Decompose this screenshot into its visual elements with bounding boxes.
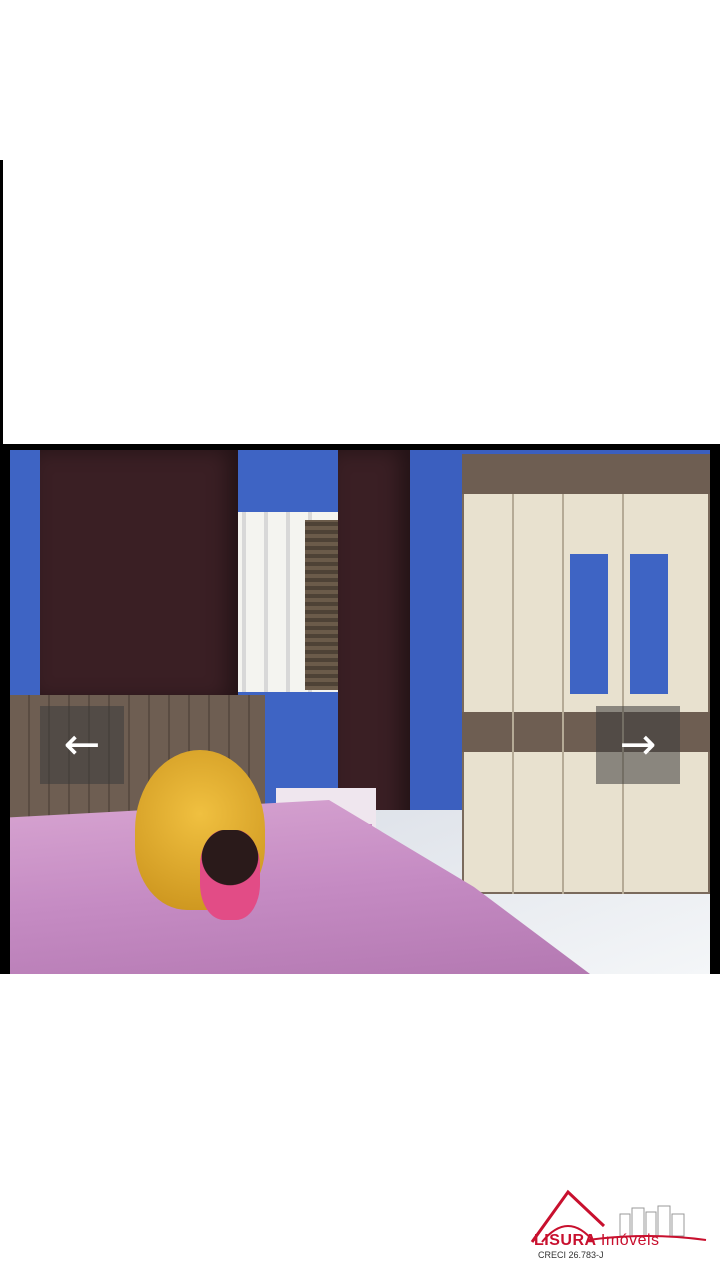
- photo-viewer[interactable]: ← →: [0, 444, 720, 974]
- photo-curtain-right: [338, 450, 410, 840]
- next-photo-button[interactable]: →: [596, 706, 680, 784]
- lisura-imoveis-logo: LISURA Imóveis CRECI 26.783-J: [528, 1186, 708, 1266]
- photo-plush-doll: [200, 830, 260, 920]
- photo-wardrobe: [462, 454, 710, 894]
- arrow-right-icon: →: [619, 719, 657, 770]
- previous-photo-button[interactable]: ←: [40, 706, 124, 784]
- logo-creci-text: CRECI 26.783-J: [538, 1250, 604, 1260]
- logo-brand-text: LISURA Imóveis: [534, 1232, 660, 1249]
- listing-photo: ← →: [10, 450, 710, 974]
- left-border-line: [0, 160, 3, 444]
- arrow-left-icon: ←: [63, 719, 101, 770]
- photo-curtain-left: [40, 450, 238, 700]
